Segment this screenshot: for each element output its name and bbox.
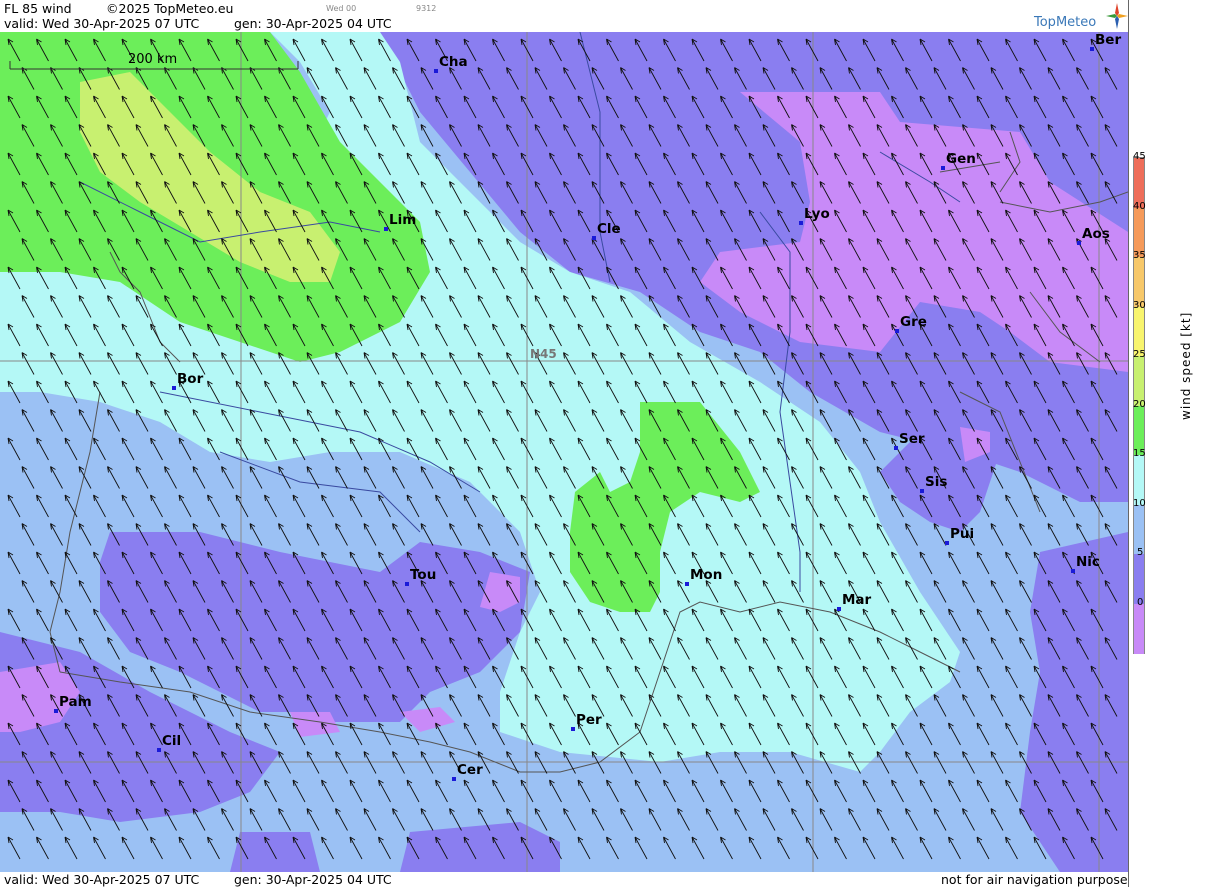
city-label: Pam — [59, 694, 92, 710]
legend-tick-label: 40 — [1133, 200, 1146, 212]
footer-valid: valid: Wed 30-Apr-2025 07 UTC — [4, 872, 200, 887]
legend-tick-label: 35 — [1133, 250, 1146, 261]
wind-legend: 45 40 35 30 25 20 15 10 5 0 wind speed [kt] — [1128, 0, 1219, 887]
legend-tick-label: 30 — [1133, 299, 1146, 311]
legend-tick-label: 20 — [1133, 398, 1146, 410]
small-code-label: 9312 — [416, 4, 437, 13]
city-marker — [452, 777, 456, 781]
city-marker — [941, 166, 945, 170]
small-time-label: Wed 00 — [326, 4, 357, 13]
wind-map[interactable]: 200 km N45 Cha Lim Cle Lyo Gen Ber Aos Gre Bor Se… — [0, 32, 1128, 872]
city-marker — [571, 727, 575, 731]
city-label: Ber — [1095, 32, 1122, 48]
valid-time: valid: Wed 30-Apr-2025 07 UTC — [4, 16, 200, 31]
legend-tick-label: 25 — [1133, 349, 1146, 360]
scale-bar-label: 200 km — [128, 52, 178, 67]
header-bar: FL 85 wind ©2025 TopMeteo.eu Wed 00 9312… — [0, 0, 1128, 32]
city-label: Nic — [1076, 554, 1100, 570]
city-label: Cer — [457, 762, 483, 778]
city-label: Bor — [177, 371, 204, 387]
city-marker — [434, 69, 438, 73]
city-label: Pui — [950, 526, 975, 542]
city-label: Cil — [162, 733, 182, 749]
city-marker — [685, 582, 689, 586]
footer-disclaimer: not for air navigation purposes — [941, 872, 1135, 887]
city-label: Tou — [410, 567, 437, 583]
city-marker — [157, 748, 161, 752]
copyright-text: ©2025 TopMeteo.eu — [106, 1, 234, 16]
legend-tick-label: 0 — [1137, 596, 1144, 608]
logo-text: TopMeteo — [1034, 15, 1097, 30]
city-marker — [172, 386, 176, 390]
city-marker — [54, 709, 58, 713]
city-label: Gen — [946, 151, 976, 167]
topmeteo-logo[interactable]: TopMeteo — [1032, 1, 1128, 32]
city-label: Aos — [1082, 226, 1110, 242]
map-overlay: 200 km N45 Cha Lim Cle Lyo Gen Ber Aos Gre Bor Se… — [0, 32, 1128, 872]
city-label: Lim — [389, 212, 417, 228]
legend-tick-label: 5 — [1137, 547, 1144, 558]
city-marker — [405, 582, 409, 586]
city-marker — [1090, 47, 1094, 51]
city-label: Cle — [597, 221, 621, 237]
footer-gen: gen: 30-Apr-2025 04 UTC — [234, 872, 392, 887]
city-marker — [1077, 241, 1081, 245]
city-label: Cha — [439, 54, 468, 70]
city-marker — [837, 607, 841, 611]
city-label: Lyo — [804, 206, 830, 222]
compass-star-icon — [1106, 3, 1128, 29]
city-label: Sis — [925, 474, 948, 490]
legend-tick-label: 45 — [1133, 151, 1146, 162]
city-label: Gre — [900, 314, 927, 330]
city-marker — [799, 221, 803, 225]
city-marker — [592, 236, 596, 240]
city-label: Ser — [899, 431, 925, 447]
city-marker — [1071, 569, 1075, 573]
legend-tick-label: 15 — [1133, 448, 1146, 459]
city-label: Mon — [690, 567, 723, 583]
legend-title: wind speed [kt] — [1179, 311, 1193, 420]
chart-title: FL 85 wind — [4, 1, 72, 16]
city-label: Mar — [842, 592, 872, 608]
city-marker — [920, 489, 924, 493]
city-marker — [894, 446, 898, 450]
city-label: Per — [576, 712, 602, 728]
city-marker — [384, 227, 388, 231]
footer-bar: valid: Wed 30-Apr-2025 07 UTC gen: 30-Ap… — [0, 872, 1134, 887]
city-marker — [945, 541, 949, 545]
city-marker — [895, 329, 899, 333]
lat-grid-label: N45 — [530, 347, 557, 361]
gen-time: gen: 30-Apr-2025 04 UTC — [234, 16, 392, 31]
legend-tick-label: 10 — [1133, 497, 1146, 509]
legend-color-segment — [1134, 603, 1144, 654]
